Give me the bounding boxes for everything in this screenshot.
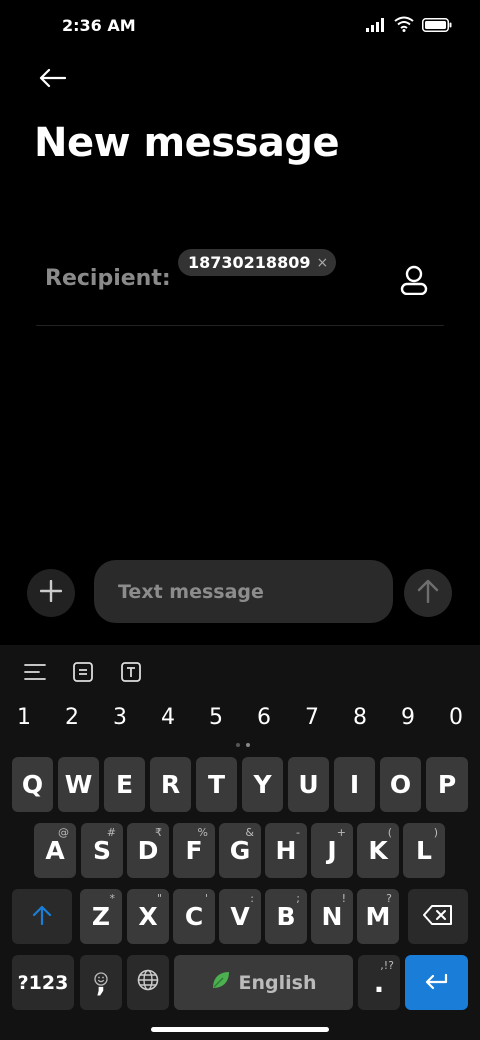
chip-remove-icon[interactable]: × — [316, 255, 328, 271]
symbols-key[interactable]: ?123 — [12, 955, 74, 1010]
menu-icon[interactable] — [22, 659, 48, 685]
space-key[interactable]: English — [174, 955, 353, 1010]
key-l[interactable]: L) — [403, 823, 445, 878]
back-button[interactable] — [34, 64, 70, 96]
add-attachment-button[interactable] — [27, 569, 75, 617]
key-o[interactable]: O — [380, 757, 421, 812]
keyboard-toolbar — [0, 645, 480, 699]
home-indicator[interactable] — [151, 1027, 329, 1032]
key-r[interactable]: R — [150, 757, 191, 812]
page-title: New message — [34, 120, 340, 166]
backspace-icon — [423, 902, 453, 931]
arrow-left-icon — [38, 68, 67, 92]
leaf-icon — [211, 970, 231, 995]
clipboard-icon[interactable] — [70, 659, 96, 685]
divider — [36, 325, 444, 326]
space-label: English — [238, 971, 317, 994]
recipient-chip-text: 18730218809 — [188, 253, 311, 272]
key-w[interactable]: W — [58, 757, 99, 812]
key-t[interactable]: T — [196, 757, 237, 812]
key-c[interactable]: C ' — [173, 889, 215, 944]
shift-key[interactable] — [12, 889, 72, 944]
keyboard: 1 2 3 4 5 6 7 8 9 0 Q W E R T Y U I O P … — [0, 645, 480, 1040]
globe-icon — [137, 968, 159, 997]
key-j[interactable]: J + — [311, 823, 353, 878]
status-time: 2:36 AM — [62, 16, 136, 35]
key-i[interactable]: I — [334, 757, 375, 812]
plus-icon — [39, 579, 63, 606]
key-8[interactable]: 8 — [345, 705, 375, 730]
comma-key[interactable]: , — [80, 955, 122, 1010]
key-5[interactable]: 5 — [201, 705, 231, 730]
person-icon — [400, 265, 428, 299]
text-message-input[interactable] — [94, 560, 393, 623]
shift-arrow-icon — [32, 902, 52, 931]
recipient-chip[interactable]: 18730218809 × — [178, 249, 337, 276]
backspace-key[interactable] — [408, 889, 468, 944]
key-s[interactable]: S # — [81, 823, 123, 878]
key-4[interactable]: 4 — [153, 705, 183, 730]
key-1[interactable]: 1 — [9, 705, 39, 730]
key-9[interactable]: 9 — [393, 705, 423, 730]
key-2[interactable]: 2 — [57, 705, 87, 730]
enter-key[interactable] — [405, 955, 468, 1010]
key-a[interactable]: A @ — [34, 823, 76, 878]
period-key[interactable]: ,!? . — [358, 955, 400, 1010]
key-0[interactable]: 0 — [441, 705, 471, 730]
send-button[interactable] — [404, 569, 452, 617]
key-p[interactable]: P — [426, 757, 468, 812]
key-x[interactable]: X " — [127, 889, 169, 944]
key-g[interactable]: G & — [219, 823, 261, 878]
status-bar: 2:36 AM — [0, 0, 480, 52]
key-k[interactable]: K( — [357, 823, 399, 878]
battery-icon — [422, 17, 452, 36]
key-y[interactable]: Y — [242, 757, 283, 812]
contacts-button[interactable] — [396, 264, 432, 300]
key-b[interactable]: B; — [265, 889, 307, 944]
key-u[interactable]: U — [288, 757, 329, 812]
number-row: 1 2 3 4 5 6 7 8 9 0 — [0, 705, 480, 735]
key-e[interactable]: E — [104, 757, 145, 812]
page-indicator — [236, 743, 250, 747]
wifi-icon — [394, 16, 414, 36]
key-f[interactable]: F% — [173, 823, 215, 878]
key-m[interactable]: M? — [357, 889, 399, 944]
key-7[interactable]: 7 — [297, 705, 327, 730]
key-z[interactable]: Z * — [80, 889, 122, 944]
key-6[interactable]: 6 — [249, 705, 279, 730]
key-v[interactable]: V: — [219, 889, 261, 944]
key-n[interactable]: N! — [311, 889, 353, 944]
signal-icon — [366, 17, 386, 36]
language-key[interactable] — [127, 955, 169, 1010]
key-h[interactable]: H- — [265, 823, 307, 878]
text-format-icon[interactable] — [118, 659, 144, 685]
enter-arrow-icon — [425, 968, 449, 997]
arrow-up-icon — [417, 579, 439, 607]
key-q[interactable]: Q — [12, 757, 53, 812]
recipient-label: Recipient: — [45, 266, 171, 291]
status-icons — [366, 16, 452, 36]
key-3[interactable]: 3 — [105, 705, 135, 730]
key-d[interactable]: D ₹ — [127, 823, 169, 878]
